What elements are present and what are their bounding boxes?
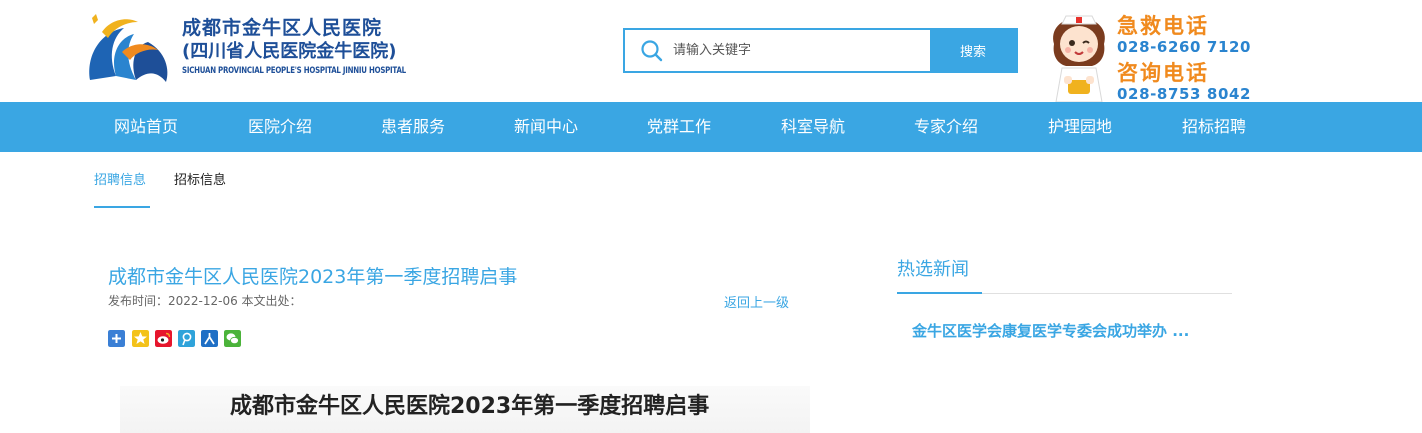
consult-phone-number: 028-8753 8042 — [1117, 85, 1252, 103]
hospital-name-cn: 成都市金牛区人民医院 — [182, 17, 383, 39]
hot-news-item[interactable]: 金牛区医学会康复医学专委会成功举办 ... — [912, 320, 1189, 341]
weibo-icon[interactable] — [155, 330, 172, 347]
emergency-phone-number: 028-6260 7120 — [1117, 38, 1252, 56]
tab-bidding-info[interactable]: 招标信息 — [174, 170, 226, 192]
phone-block: 急救电话 028-6260 7120 咨询电话 028-8753 8042 — [1117, 14, 1251, 103]
article-meta: 发布时间：2022-12-06 本文出处： — [108, 294, 302, 308]
hospital-logo[interactable] — [82, 12, 172, 84]
tencent-icon[interactable] — [178, 330, 195, 347]
search-icon[interactable] — [639, 38, 665, 64]
nav-item-patient-service[interactable]: 患者服务 — [381, 102, 445, 152]
main-nav: 网站首页 医院介绍 患者服务 新闻中心 党群工作 科室导航 专家介绍 护理园地 … — [0, 102, 1422, 152]
search-box: 搜索 — [623, 28, 1018, 73]
search-input[interactable] — [673, 30, 931, 71]
qzone-icon[interactable] — [132, 330, 149, 347]
hospital-name-block: 成都市金牛区人民医院 (四川省人民医院金牛医院) SICHUAN PROVINC… — [182, 16, 469, 78]
nurse-mascot-icon — [1046, 10, 1112, 103]
nav-item-news[interactable]: 新闻中心 — [514, 102, 578, 152]
consult-phone-label: 咨询电话 — [1117, 61, 1209, 85]
nav-item-departments[interactable]: 科室导航 — [781, 102, 845, 152]
nav-item-recruitment[interactable]: 招标招聘 — [1182, 102, 1246, 152]
hot-news-title: 热选新闻 — [897, 259, 969, 280]
nav-item-about[interactable]: 医院介绍 — [248, 102, 312, 152]
emergency-phone-label: 急救电话 — [1117, 14, 1209, 38]
share-more-icon[interactable] — [108, 330, 125, 347]
tab-recruitment-info[interactable]: 招聘信息 — [94, 170, 151, 208]
back-link[interactable]: 返回上一级 — [724, 292, 789, 311]
hospital-name-en: SICHUAN PROVINCIAL PEOPLE'S HOSPITAL JIN… — [182, 66, 406, 76]
hot-news-underline — [897, 292, 982, 294]
nav-item-experts[interactable]: 专家介绍 — [914, 102, 978, 152]
wechat-icon[interactable] — [224, 330, 241, 347]
nav-item-nursing[interactable]: 护理园地 — [1048, 102, 1112, 152]
nav-item-party-work[interactable]: 党群工作 — [647, 102, 711, 152]
site-header: 成都市金牛区人民医院 (四川省人民医院金牛医院) SICHUAN PROVINC… — [0, 0, 1422, 103]
hospital-name-cn-sub: (四川省人民医院金牛医院) — [182, 41, 397, 62]
nav-item-home[interactable]: 网站首页 — [114, 102, 178, 152]
renren-icon[interactable] — [201, 330, 218, 347]
article-heading: 成都市金牛区人民医院2023年第一季度招聘启事 — [230, 394, 710, 419]
search-button[interactable]: 搜索 — [930, 30, 1016, 71]
article-title: 成都市金牛区人民医院2023年第一季度招聘启事 — [108, 266, 518, 288]
